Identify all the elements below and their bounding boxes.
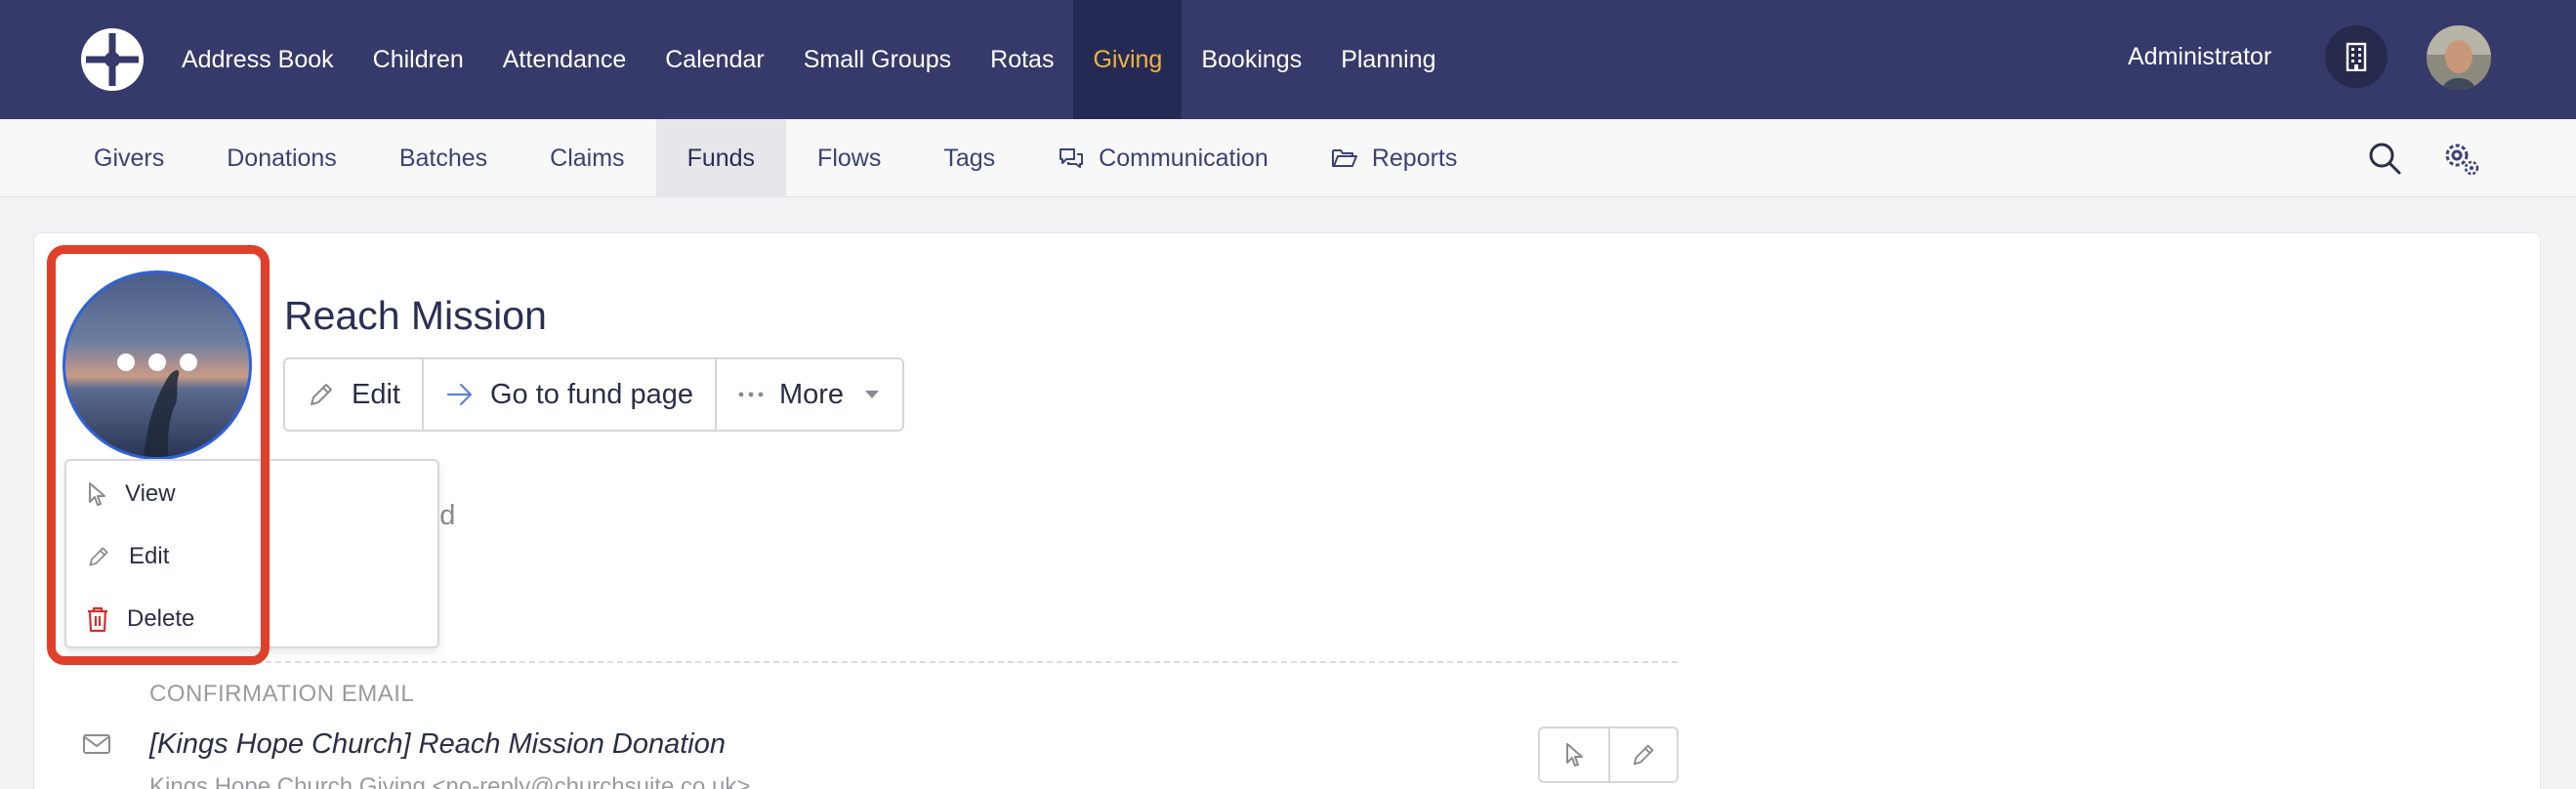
tab-funds[interactable]: Funds [655,119,787,197]
nav-rotas[interactable]: Rotas [971,0,1073,119]
trash-icon [88,606,107,633]
main-navigation: Address Book Children Attendance Calenda… [162,0,1456,119]
tab-reports[interactable]: Reports [1300,119,1489,197]
tab-givers-label: Givers [94,144,165,172]
building-icon [2346,42,2367,71]
cursor-pointer-icon [89,482,105,506]
view-email-button[interactable] [1540,728,1608,781]
tab-tags[interactable]: Tags [912,119,1026,197]
arrow-right-icon [446,383,473,406]
menu-item-view-label: View [125,480,176,507]
section-divider [148,661,1678,663]
more-button-label: More [778,378,845,410]
pencil-icon [89,547,108,566]
folder-open-icon [1331,149,1357,167]
confirmation-email-heading: CONFIRMATION EMAIL [149,681,415,707]
confirmation-email-subject: [Kings Hope Church] Reach Mission Donati… [149,728,726,760]
cursor-pointer-icon [1566,743,1583,767]
tab-tags-label: Tags [943,144,996,172]
pencil-icon [1633,744,1654,766]
user-avatar[interactable] [2427,25,2491,90]
top-navigation-bar: Address Book Children Attendance Calenda… [0,0,2576,119]
tab-reports-label: Reports [1371,144,1458,172]
menu-item-delete[interactable]: Delete [86,600,194,639]
caret-down-icon [865,391,880,398]
settings-gears-icon[interactable] [2442,139,2481,178]
menu-item-delete-label: Delete [127,605,195,632]
menu-item-edit[interactable]: Edit [86,537,169,576]
tab-claims-label: Claims [550,144,625,172]
pencil-icon [311,384,332,405]
tab-batches-label: Batches [398,144,488,172]
nav-planning[interactable]: Planning [1321,0,1455,119]
nav-children[interactable]: Children [353,0,483,119]
tab-funds-label: Funds [686,144,756,172]
image-options-menu: View Edit Delete [64,459,439,648]
page-title: Reach Mission [284,293,547,338]
menu-item-view[interactable]: View [86,475,176,514]
go-to-fund-page-label: Go to fund page [489,378,693,410]
menu-item-edit-label: Edit [129,543,170,569]
search-icon[interactable] [2367,141,2402,176]
tab-claims[interactable]: Claims [519,119,655,197]
nav-bookings[interactable]: Bookings [1182,0,1321,119]
tab-donations[interactable]: Donations [195,119,368,197]
fund-image[interactable] [62,270,252,460]
tab-flows[interactable]: Flows [786,119,912,197]
giving-sub-navigation: Givers Donations Batches Claims Funds Fl… [0,119,2576,197]
edit-email-button[interactable] [1608,728,1677,781]
nav-giving[interactable]: Giving [1073,0,1183,119]
tab-batches[interactable]: Batches [368,119,519,197]
ellipsis-icon [738,392,764,397]
more-dropdown-button[interactable]: More [714,359,902,430]
churchsuite-logo-icon[interactable] [80,27,145,92]
fund-actions-group: Edit Go to fund page More [283,357,905,432]
tab-givers[interactable]: Givers [62,119,195,197]
email-actions-group [1538,727,1679,783]
tab-donations-label: Donations [227,144,337,172]
tab-communication-label: Communication [1099,144,1268,172]
edit-button-label: Edit [352,378,400,410]
organisation-button[interactable] [2325,25,2388,88]
envelope-icon [82,732,111,761]
nav-attendance[interactable]: Attendance [483,0,646,119]
edit-button[interactable]: Edit [285,359,422,430]
administrator-link[interactable]: Administrator [2128,0,2271,119]
chat-bubbles-icon [1059,148,1084,168]
go-to-fund-page-button[interactable]: Go to fund page [421,359,715,430]
nav-small-groups[interactable]: Small Groups [784,0,971,119]
tab-flows-label: Flows [817,144,882,172]
nav-address-book[interactable]: Address Book [162,0,353,119]
confirmation-email-sender: Kings Hope Church Giving <no-reply@churc… [149,773,751,789]
nav-calendar[interactable]: Calendar [645,0,783,119]
tab-communication[interactable]: Communication [1026,119,1300,197]
image-options-dots[interactable] [65,353,249,371]
